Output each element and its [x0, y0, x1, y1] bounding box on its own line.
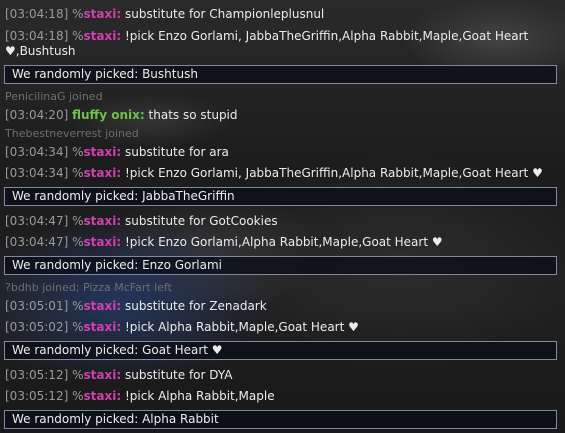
system-notice: Thebestneverrest joined — [5, 127, 139, 140]
message-text: !pick Enzo Gorlami,Alpha Rabbit,Maple,Go… — [124, 235, 443, 249]
username[interactable]: staxi: — [84, 320, 122, 334]
timestamp: [03:04:47] — [5, 235, 69, 249]
username[interactable]: staxi: — [84, 145, 122, 159]
mod-prefix: % — [72, 29, 84, 43]
message-text: substitute for ara — [124, 145, 229, 159]
timestamp: [03:05:01] — [5, 299, 69, 313]
pick-result-box: We randomly picked: JabbaTheGriffin — [4, 187, 557, 206]
chat-message: [03:05:02] %staxi: !pick Alpha Rabbit,Ma… — [5, 319, 561, 335]
timestamp: [03:04:18] — [5, 29, 69, 43]
chat-message: [03:04:18] %staxi: substitute for Champi… — [5, 6, 561, 22]
system-notice: ?bdhb joined; Pizza McFart left — [5, 281, 172, 294]
mod-prefix: % — [72, 166, 84, 180]
mod-prefix: % — [72, 7, 84, 21]
mod-prefix: % — [72, 320, 84, 334]
chat-message: [03:04:34] %staxi: !pick Enzo Gorlami, J… — [5, 165, 561, 181]
username[interactable]: staxi: — [84, 368, 122, 382]
mod-prefix: % — [72, 368, 84, 382]
mod-prefix: % — [72, 145, 84, 159]
chat-message: [03:05:12] %staxi: !pick Alpha Rabbit,Ma… — [5, 388, 561, 404]
chat-message: [03:04:20] fluffy onix: thats so stupid — [5, 107, 561, 123]
system-notice: PenicilinaG joined — [5, 90, 103, 103]
username[interactable]: fluffy onix: — [72, 108, 145, 122]
timestamp: [03:04:34] — [5, 166, 69, 180]
username[interactable]: staxi: — [84, 214, 122, 228]
message-text: !pick Enzo Gorlami, JabbaTheGriffin,Alph… — [124, 166, 543, 180]
chat-message: [03:04:47] %staxi: substitute for GotCoo… — [5, 213, 561, 229]
chat-message: [03:04:34] %staxi: substitute for ara — [5, 144, 561, 160]
mod-prefix: % — [72, 389, 84, 403]
timestamp: [03:05:12] — [5, 368, 69, 382]
username[interactable]: staxi: — [84, 299, 122, 313]
message-text: !pick Alpha Rabbit,Maple — [124, 389, 275, 403]
message-text: !pick Enzo Gorlami, JabbaTheGriffin,Alph… — [124, 29, 529, 43]
timestamp: [03:04:18] — [5, 7, 69, 21]
pick-result-box: We randomly picked: Goat Heart ♥ — [4, 341, 557, 360]
chat-message-continuation: ♥,Bushtush — [5, 43, 561, 59]
timestamp: [03:04:47] — [5, 214, 69, 228]
chat-message: [03:05:01] %staxi: substitute for Zenada… — [5, 298, 561, 314]
pick-result-box: We randomly picked: Alpha Rabbit — [4, 410, 557, 429]
mod-prefix: % — [72, 235, 84, 249]
chat-message: [03:04:18] %staxi: !pick Enzo Gorlami, J… — [5, 28, 561, 44]
username[interactable]: staxi: — [84, 7, 122, 21]
mod-prefix: % — [72, 214, 84, 228]
message-text: substitute for Zenadark — [124, 299, 267, 313]
timestamp: [03:04:34] — [5, 145, 69, 159]
username[interactable]: staxi: — [84, 235, 122, 249]
pick-result-box: We randomly picked: Enzo Gorlami — [4, 256, 557, 275]
chat-message: [03:04:47] %staxi: !pick Enzo Gorlami,Al… — [5, 234, 561, 250]
username[interactable]: staxi: — [84, 29, 122, 43]
pick-result-box: We randomly picked: Bushtush — [4, 65, 557, 84]
timestamp: [03:04:20] — [5, 108, 69, 122]
message-text: substitute for DYA — [124, 368, 233, 382]
username[interactable]: staxi: — [84, 166, 122, 180]
message-text: !pick Alpha Rabbit,Maple,Goat Heart ♥ — [124, 320, 359, 334]
message-text: substitute for GotCookies — [124, 214, 278, 228]
mod-prefix: % — [72, 299, 84, 313]
message-text: thats so stupid — [148, 108, 238, 122]
message-text: substitute for Championleplusnul — [124, 7, 325, 21]
message-text-continued: ♥,Bushtush — [5, 44, 76, 58]
username[interactable]: staxi: — [84, 389, 122, 403]
chat-message: [03:05:12] %staxi: substitute for DYA — [5, 367, 561, 383]
timestamp: [03:05:12] — [5, 389, 69, 403]
timestamp: [03:05:02] — [5, 320, 69, 334]
chat-log: [03:04:18] %staxi: substitute for Champi… — [0, 0, 565, 433]
